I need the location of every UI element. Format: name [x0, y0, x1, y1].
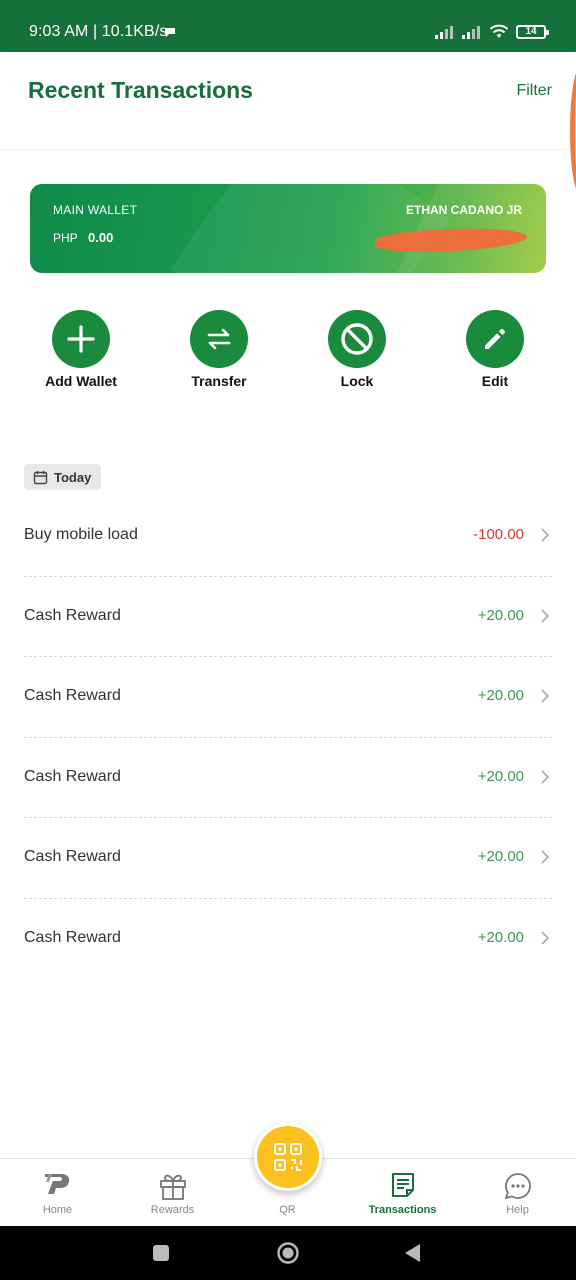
- receipt-icon: [391, 1173, 414, 1197]
- nav-label: Transactions: [368, 1204, 437, 1216]
- qr-scan-button[interactable]: [254, 1123, 322, 1191]
- transaction-amount: -100.00: [473, 526, 524, 543]
- wallet-card[interactable]: MAIN WALLET PHP 0.00 ETHAN CADANO JR: [30, 184, 546, 273]
- transaction-row[interactable]: Buy mobile load -100.00: [24, 496, 552, 577]
- battery-indicator: 14: [516, 24, 549, 39]
- system-navigation-bar: [0, 1226, 576, 1280]
- chat-bubble-icon: [165, 28, 175, 37]
- transaction-name: Cash Reward: [24, 687, 121, 704]
- action-label: Transfer: [191, 373, 247, 389]
- wallet-owner-name: ETHAN CADANO JR: [405, 203, 522, 217]
- transaction-name: Cash Reward: [24, 606, 121, 624]
- transaction-amount: +20.00: [477, 606, 524, 624]
- nav-label: Rewards: [150, 1204, 195, 1216]
- action-circle: [190, 310, 248, 368]
- status-time: 9:03 AM | 10.1KB/s: [29, 23, 168, 40]
- transaction-row[interactable]: Cash Reward +20.00: [24, 899, 552, 980]
- nav-home[interactable]: Home: [0, 1159, 115, 1227]
- chevron-right-icon: [541, 528, 550, 542]
- chat-help-icon: [504, 1173, 531, 1200]
- qr-code-icon: [274, 1143, 302, 1171]
- page-header: Recent Transactions Filter: [0, 52, 576, 196]
- app-screen: 9:03 AM | 10.1KB/s 14 Recent Transaction…: [0, 0, 576, 1280]
- transaction-amount: +20.00: [477, 767, 524, 785]
- home-circle-icon[interactable]: [276, 1241, 300, 1265]
- status-icons: 14: [435, 24, 549, 39]
- wallet-currency: PHP: [53, 231, 78, 245]
- lock-button[interactable]: Lock: [297, 310, 417, 389]
- home-logo-icon: [44, 1174, 69, 1194]
- nav-transactions[interactable]: Transactions: [345, 1159, 460, 1227]
- edge-decoration: [570, 66, 576, 196]
- transfer-arrows-icon: [207, 328, 231, 350]
- edit-button[interactable]: Edit: [435, 310, 555, 389]
- action-label: Edit: [481, 373, 509, 389]
- action-label: Add Wallet: [45, 373, 117, 389]
- transaction-name: Buy mobile load: [24, 526, 138, 543]
- page-title: Recent Transactions: [28, 77, 253, 103]
- transaction-name: Cash Reward: [24, 928, 121, 946]
- action-label: Lock: [340, 373, 374, 389]
- pencil-icon: [485, 328, 506, 349]
- transaction-name: Cash Reward: [24, 848, 121, 865]
- wallet-label: MAIN WALLET: [53, 203, 138, 217]
- chevron-right-icon: [541, 689, 550, 703]
- nav-rewards[interactable]: Rewards: [115, 1159, 230, 1227]
- status-bar: 9:03 AM | 10.1KB/s 14: [0, 0, 576, 52]
- recents-square-icon[interactable]: [152, 1244, 170, 1262]
- chevron-right-icon: [541, 769, 550, 784]
- block-icon: [341, 323, 373, 355]
- transfer-button[interactable]: Transfer: [159, 310, 279, 389]
- signal-icon-2: [462, 25, 480, 39]
- back-triangle-icon[interactable]: [404, 1243, 422, 1263]
- transaction-amount: +20.00: [477, 928, 524, 946]
- plus-icon: [67, 325, 95, 353]
- transaction-row[interactable]: Cash Reward +20.00: [24, 738, 552, 818]
- wallet-balance: 0.00: [88, 230, 114, 245]
- wifi-icon: [489, 24, 509, 38]
- date-group-chip: Today: [24, 464, 102, 490]
- add-wallet-button[interactable]: Add Wallet: [21, 310, 141, 389]
- signal-icon: [435, 25, 453, 39]
- chevron-right-icon: [541, 930, 550, 945]
- transaction-row[interactable]: Cash Reward +20.00: [24, 577, 552, 657]
- transaction-amount: +20.00: [477, 848, 524, 865]
- filter-button[interactable]: Filter: [516, 82, 552, 100]
- transaction-row[interactable]: Cash Reward +20.00: [24, 657, 552, 738]
- chevron-right-icon: [541, 608, 550, 623]
- nav-label: QR: [279, 1204, 296, 1216]
- transaction-amount: +20.00: [477, 687, 524, 704]
- transaction-list: Buy mobile load -100.00 Cash Reward +20.…: [24, 496, 552, 979]
- nav-label: Home: [42, 1204, 73, 1216]
- action-circle: [466, 310, 524, 368]
- nav-help[interactable]: Help: [460, 1159, 575, 1227]
- nav-label: Help: [506, 1204, 529, 1216]
- transaction-name: Cash Reward: [24, 767, 121, 785]
- transaction-row[interactable]: Cash Reward +20.00: [24, 818, 552, 899]
- gift-icon: [159, 1174, 186, 1200]
- action-circle: [52, 310, 110, 368]
- chevron-right-icon: [541, 850, 550, 864]
- date-group-label: Today: [54, 469, 92, 485]
- action-circle: [328, 310, 386, 368]
- calendar-icon: [33, 470, 48, 484]
